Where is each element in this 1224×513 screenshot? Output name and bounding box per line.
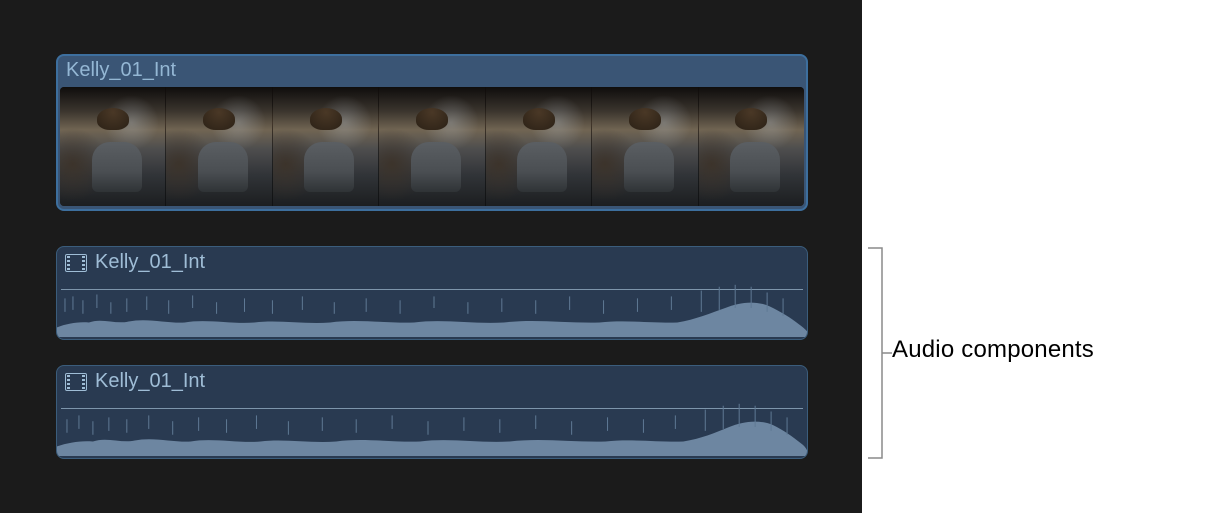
- video-clip[interactable]: Kelly_01_Int: [56, 54, 808, 211]
- clip-thumbnail: [60, 87, 166, 206]
- audio-clip-title: Kelly_01_Int: [95, 370, 205, 393]
- audio-component-clip[interactable]: Kelly_01_Int: [56, 365, 808, 459]
- timeline-panel: Kelly_01_Int Kelly_01_Int: [0, 0, 862, 513]
- clip-thumbnail: [486, 87, 592, 206]
- clip-title: Kelly_01_Int: [66, 59, 176, 82]
- clip-thumbnail: [379, 87, 485, 206]
- annotation-label: Audio components: [892, 336, 1094, 364]
- film-icon: [65, 254, 87, 272]
- clip-thumbnail-strip: [60, 87, 804, 206]
- film-icon: [65, 373, 87, 391]
- clip-thumbnail: [166, 87, 272, 206]
- annotation-bracket: [868, 247, 886, 459]
- audio-waveform[interactable]: [57, 279, 807, 337]
- clip-thumbnail: [273, 87, 379, 206]
- audio-clip-title: Kelly_01_Int: [95, 251, 205, 274]
- audio-waveform[interactable]: [57, 398, 807, 456]
- clip-thumbnail: [592, 87, 698, 206]
- clip-thumbnail: [699, 87, 804, 206]
- annotation-panel: Audio components: [862, 0, 1224, 513]
- audio-component-clip[interactable]: Kelly_01_Int: [56, 246, 808, 340]
